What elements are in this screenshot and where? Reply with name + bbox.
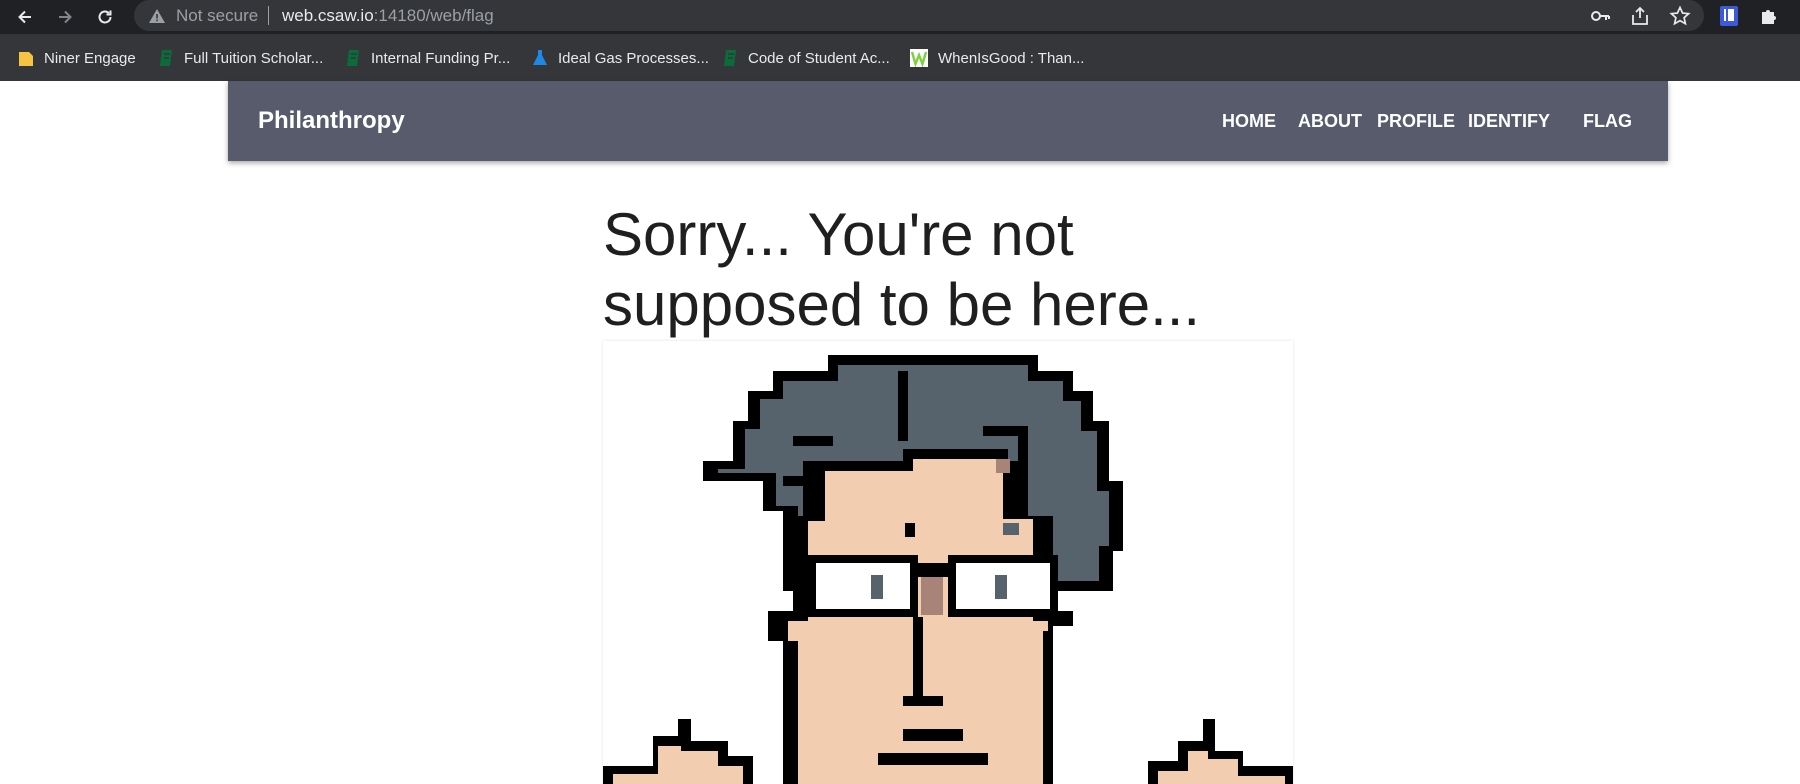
- portrait-card: [603, 341, 1293, 784]
- w-logo-icon: [910, 49, 928, 67]
- green-doc-icon: [160, 50, 172, 66]
- bookmark-ideal-gas[interactable]: Ideal Gas Processes...: [532, 48, 709, 68]
- security-label[interactable]: Not secure: [176, 6, 258, 26]
- folder-icon: [19, 52, 33, 66]
- forward-button[interactable]: [51, 3, 79, 31]
- flask-icon: [533, 50, 547, 65]
- puzzle-icon[interactable]: [1758, 4, 1782, 28]
- bookmark-label: Niner Engage: [44, 49, 136, 67]
- key-icon[interactable]: [1589, 5, 1611, 27]
- extension-book-icon[interactable]: [1717, 4, 1741, 28]
- bookmark-niner-engage[interactable]: Niner Engage: [18, 48, 136, 68]
- url-path: :14180/web/flag: [373, 6, 494, 25]
- browser-toolbar: Not secure web.csaw.io:14180/web/flag: [0, 0, 1800, 34]
- bookmark-label: Ideal Gas Processes...: [558, 49, 709, 67]
- bookmark-code-of-student[interactable]: Code of Student Ac...: [722, 48, 890, 68]
- nav-home-link[interactable]: HOME: [1222, 111, 1276, 132]
- glasses: [808, 555, 1058, 617]
- bookmark-whenisgood[interactable]: WhenIsGood : Than...: [910, 48, 1084, 68]
- share-icon[interactable]: [1629, 5, 1651, 27]
- url-text[interactable]: web.csaw.io:14180/web/flag: [282, 6, 494, 26]
- url-host: web.csaw.io: [282, 6, 374, 25]
- nav-about-link[interactable]: ABOUT: [1298, 111, 1362, 132]
- bookmark-label: WhenIsGood : Than...: [938, 49, 1085, 67]
- site-brand-link[interactable]: Philanthropy: [258, 107, 405, 135]
- skin-shade: [996, 459, 1010, 473]
- nav-identify-link[interactable]: IDENTIFY: [1468, 111, 1550, 132]
- back-arrow-icon: [18, 10, 31, 24]
- heading-line-1: Sorry... You're not: [603, 201, 1074, 268]
- star-icon[interactable]: [1669, 5, 1691, 27]
- pixel-art-nerd-portrait-icon: [603, 355, 1293, 784]
- nav-flag-link[interactable]: FLAG: [1583, 111, 1632, 132]
- bookmark-internal-funding[interactable]: Internal Funding Pr...: [345, 48, 510, 68]
- reload-icon: [98, 10, 112, 24]
- heading-line-2: supposed to be here...: [603, 271, 1201, 338]
- nav-profile-link[interactable]: PROFILE: [1377, 111, 1455, 132]
- green-doc-icon: [724, 50, 736, 66]
- page-heading: Sorry... You're not supposed to be here.…: [603, 200, 1323, 340]
- forward-arrow-icon: [59, 10, 72, 24]
- address-separator: [268, 6, 269, 25]
- reload-button[interactable]: [91, 3, 119, 31]
- address-bar[interactable]: Not secure web.csaw.io:14180/web/flag: [134, 0, 1704, 31]
- green-doc-icon: [347, 50, 359, 66]
- warning-icon[interactable]: [148, 7, 166, 25]
- back-button[interactable]: [11, 3, 39, 31]
- bookmark-label: Code of Student Ac...: [748, 49, 890, 67]
- bookmark-full-tuition[interactable]: Full Tuition Scholar...: [158, 48, 323, 68]
- bookmark-label: Full Tuition Scholar...: [184, 49, 324, 67]
- bookmarks-bar: Niner Engage Full Tuition Scholar... Int…: [0, 34, 1800, 81]
- site-navbar: Philanthropy HOME ABOUT PROFILE IDENTIFY…: [228, 81, 1668, 161]
- bookmark-label: Internal Funding Pr...: [371, 49, 511, 67]
